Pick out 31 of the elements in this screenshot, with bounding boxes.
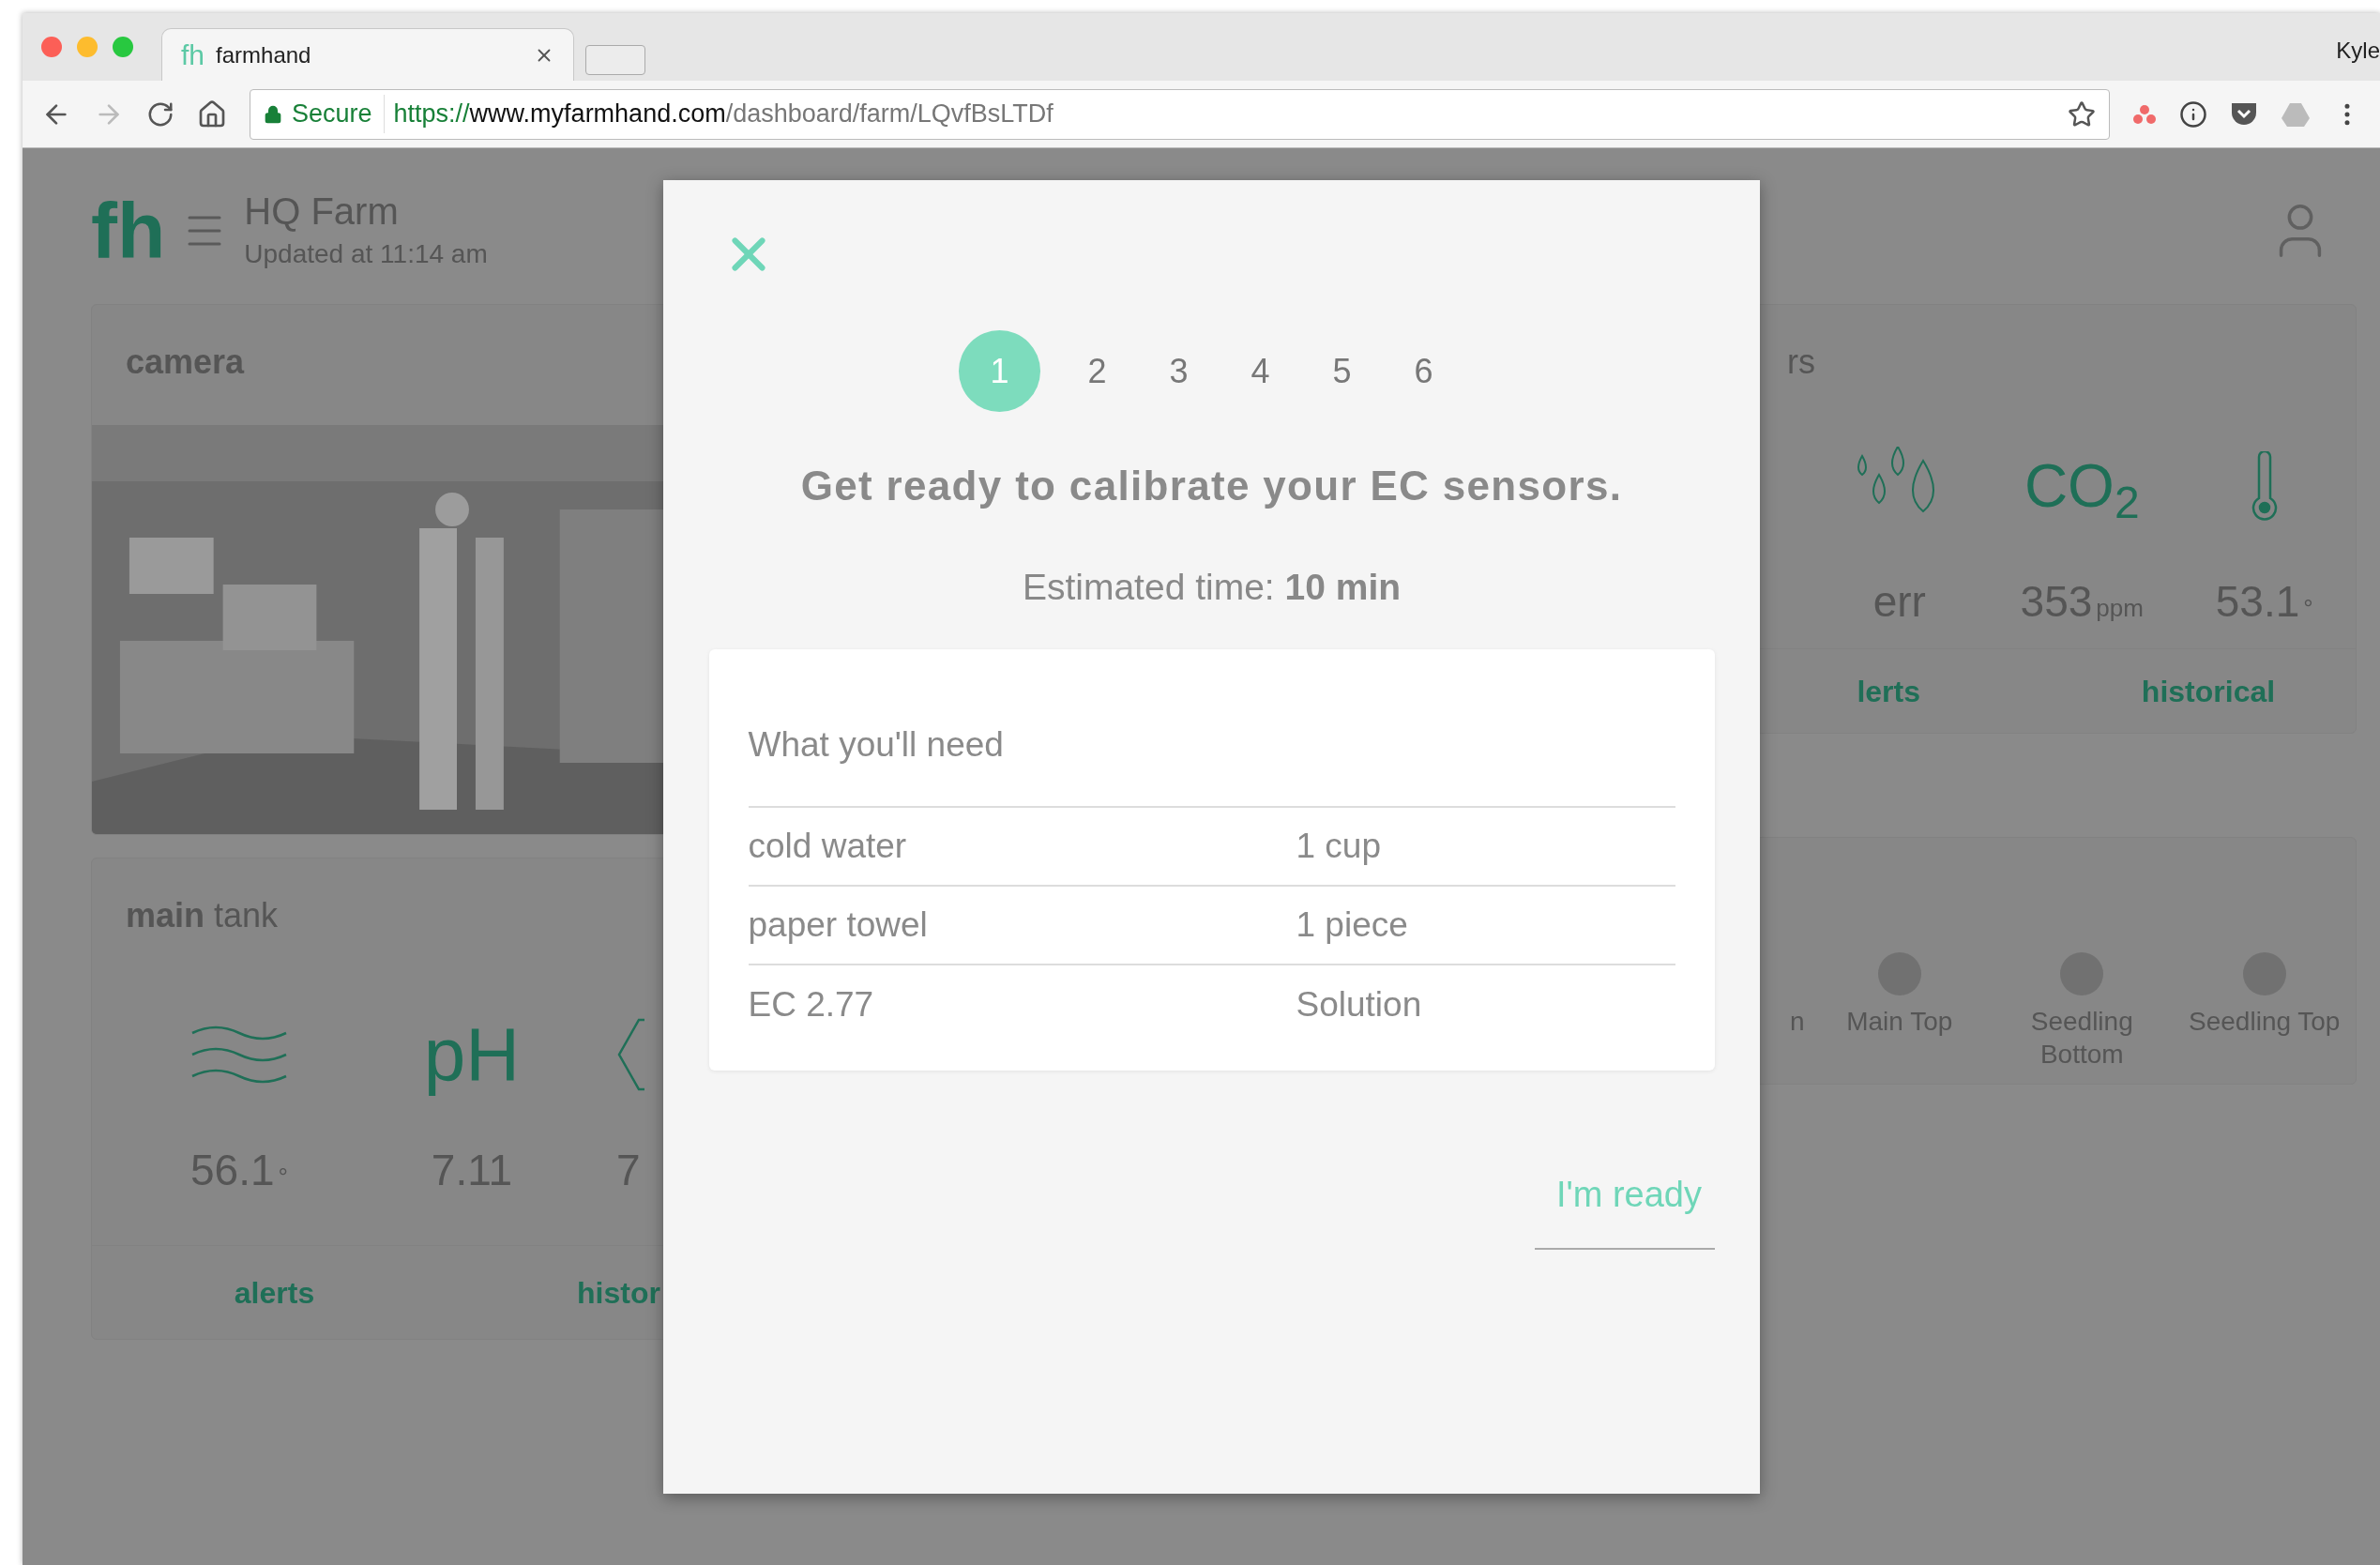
url-text: https://www.myfarmhand.com/dashboard/farm/LQvfBsLTDf <box>393 99 1054 130</box>
new-tab-button[interactable] <box>585 45 645 75</box>
tab-title: farmhand <box>216 40 311 69</box>
dialog-title: Get ready to calibrate your EC sensors. <box>800 462 1623 510</box>
bookmark-star-icon[interactable] <box>2068 99 2096 129</box>
home-icon[interactable] <box>197 99 227 129</box>
co2-symbol: CO$_{2}$ <box>2024 456 2140 516</box>
secure-label: Secure <box>292 95 385 133</box>
browser-tab[interactable]: fh farmhand <box>161 28 574 81</box>
requirements-title: What you'll need <box>748 724 1004 764</box>
item-name: EC 2.77 <box>748 984 875 1026</box>
pocket-extension-icon[interactable] <box>2230 100 2258 128</box>
tab-favicon: fh <box>181 38 205 72</box>
step-number[interactable]: 3 <box>1138 330 1220 412</box>
info-extension-icon[interactable] <box>2179 99 2207 129</box>
item-name: cold water <box>748 826 908 868</box>
step-number[interactable]: 4 <box>1220 330 1301 412</box>
item-quantity: 1 cup <box>1296 826 1381 868</box>
item-name: paper towel <box>748 904 929 947</box>
step-number[interactable]: 5 <box>1301 330 1383 412</box>
close-window-button[interactable] <box>41 37 62 57</box>
item-quantity: Solution <box>1296 984 1422 1026</box>
estimated-time: Estimated time: 10 min <box>1022 566 1402 609</box>
lock-icon <box>264 104 282 124</box>
address-bar[interactable]: Secure https://www.myfarmhand.com/dashboard/farm/LQvfBsLTDf <box>250 88 2110 140</box>
three-dots-extension-icon[interactable] <box>2132 103 2157 125</box>
profile-name[interactable]: Kyle <box>2336 34 2380 68</box>
maximize-window-button[interactable] <box>113 37 133 57</box>
step-number[interactable]: 6 <box>1383 330 1464 412</box>
step-number[interactable]: 2 <box>1056 330 1138 412</box>
item-quantity: 1 piece <box>1296 904 1408 947</box>
